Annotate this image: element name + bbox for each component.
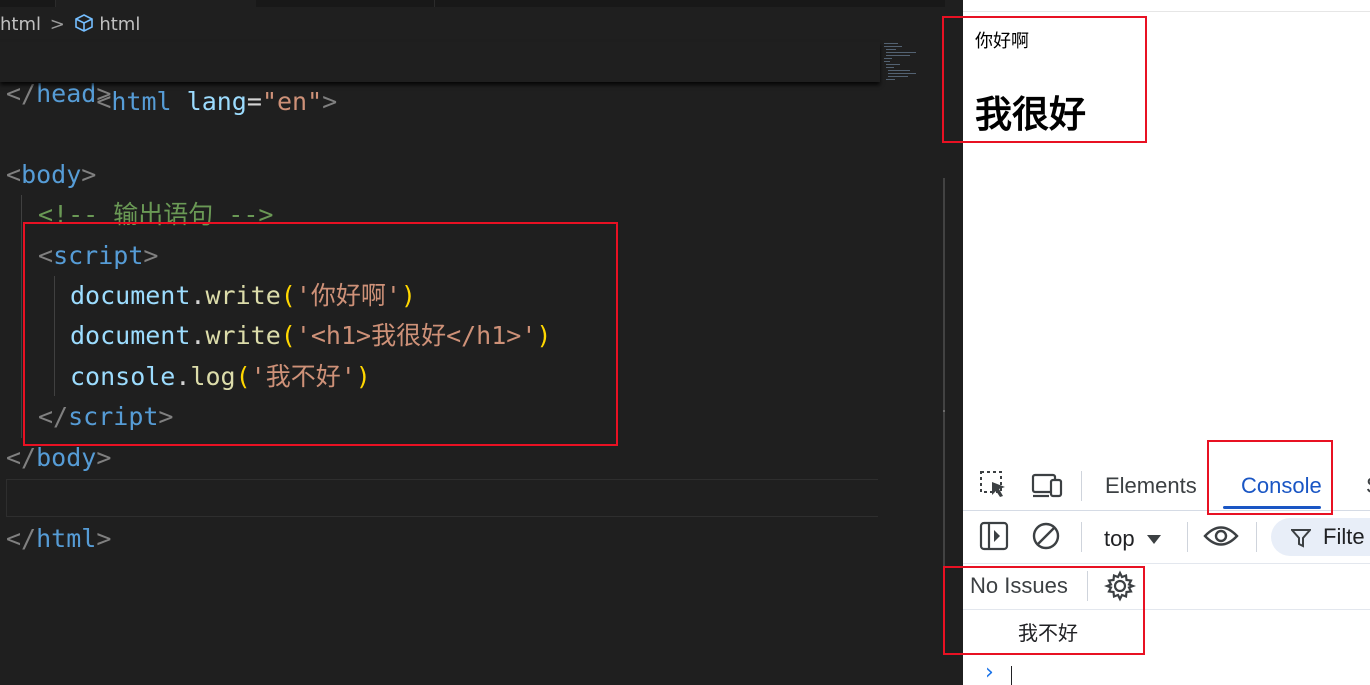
lang-attr: lang (186, 87, 247, 116)
tab-sources[interactable]: S (1366, 468, 1370, 504)
lang-value: "en" (261, 87, 323, 116)
live-expression-eye-icon[interactable] (1203, 523, 1239, 553)
page-top-border (963, 11, 1370, 12)
console-prompt-chevron-icon: › (985, 660, 994, 685)
clear-console-icon[interactable] (1031, 521, 1061, 555)
filter-placeholder: Filte (1323, 524, 1365, 549)
highlight-box-console-tab (1207, 440, 1333, 515)
breadcrumb-symbol[interactable]: html (99, 14, 140, 35)
filter-input[interactable]: Filte (1271, 518, 1370, 556)
current-line-highlight[interactable] (6, 479, 880, 517)
highlight-box-page-output (942, 16, 1147, 143)
highlight-box-script (23, 222, 618, 446)
code-editor[interactable]: html > html <html lang="en"> </head> <bo… (0, 0, 945, 685)
highlight-box-console-output (943, 566, 1145, 655)
sidebar-toggle-icon[interactable] (979, 521, 1009, 555)
console-input-caret[interactable] (1011, 666, 1012, 685)
code-line-html-close: </html> (6, 524, 112, 553)
filter-icon (1289, 528, 1313, 552)
html-tag: html (111, 87, 172, 116)
scrollbar-marker (943, 410, 945, 412)
indent-guide (21, 195, 22, 438)
sticky-scroll-line[interactable]: <html lang="en"> (0, 42, 880, 116)
editor-tab-strip (0, 0, 945, 7)
console-toolbar: top Filte (963, 511, 1370, 564)
editor-tab[interactable] (55, 0, 257, 7)
cube-icon (74, 13, 94, 41)
device-toolbar-icon[interactable] (1031, 470, 1063, 504)
minimap[interactable] (878, 40, 936, 685)
inspect-element-icon[interactable] (979, 470, 1009, 504)
breadcrumb: html > html (0, 11, 140, 39)
breadcrumb-file[interactable]: html (0, 14, 41, 35)
editor-tab[interactable] (256, 0, 435, 7)
tab-elements[interactable]: Elements (1105, 468, 1197, 504)
breadcrumb-separator: > (49, 14, 65, 35)
context-select[interactable]: top (1104, 521, 1161, 555)
caret-down-icon (1146, 521, 1161, 553)
